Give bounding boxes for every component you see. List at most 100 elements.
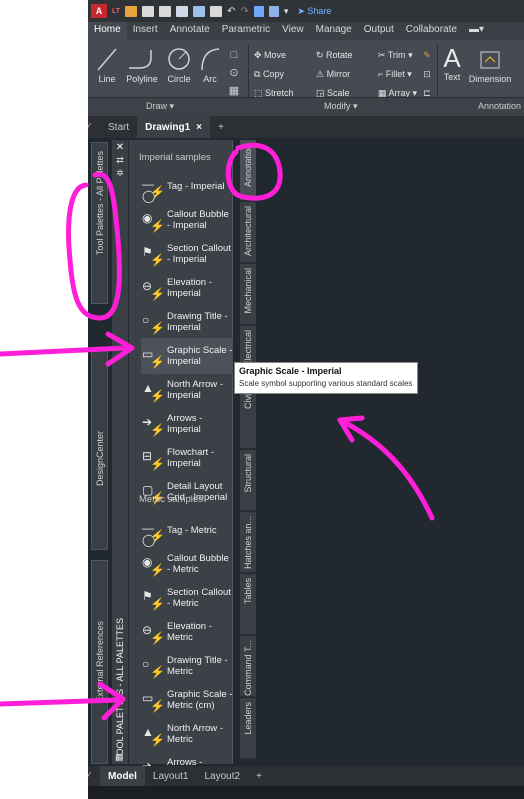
- tab-layout1[interactable]: Layout1: [145, 766, 197, 786]
- print-icon[interactable]: [210, 5, 223, 17]
- lightning-icon: ⚡: [150, 733, 165, 747]
- side-tab-label: Hatches an...: [243, 516, 253, 570]
- tool-palette-content: Imperial samples —◯ ⚡ Tag - Imperial ◉ ⚡ Call…: [129, 140, 233, 780]
- move-tool[interactable]: ✥ Move: [254, 46, 314, 65]
- draw-group-label[interactable]: Draw ▾: [146, 101, 174, 112]
- plot-icon[interactable]: [193, 5, 206, 17]
- erase-tool[interactable]: ✎ ⊡ ⊏: [420, 46, 434, 103]
- open-icon[interactable]: [142, 5, 155, 17]
- circle-tool[interactable]: Circle: [164, 46, 194, 84]
- tab-output[interactable]: Output: [358, 22, 400, 40]
- palette-tool-item[interactable]: ⊖ ⚡ Elevation - Imperial: [141, 270, 233, 306]
- palette-tool-icon: ⊖ ⚡: [141, 277, 165, 300]
- palette-tool-item[interactable]: ⚑ ⚡ Section Callout - Imperial: [141, 236, 233, 272]
- layout-tabs: ⁄ Model Layout1 Layout2 +: [88, 766, 524, 786]
- palette-title: TOOL PALETTES - ALL PALETTES: [115, 618, 125, 761]
- palette-tool-label-line1: Arrows -: [167, 413, 203, 424]
- close-tab-icon[interactable]: ×: [196, 122, 202, 133]
- new-icon[interactable]: [125, 5, 138, 17]
- palette-grip-icon[interactable]: ▦: [115, 752, 124, 763]
- share-button[interactable]: ➤ Share: [297, 6, 331, 17]
- palette-tool-label-line2: Metric: [167, 632, 193, 643]
- autocad-logo[interactable]: A: [91, 4, 107, 18]
- palette-tool-item[interactable]: ▲ ⚡ North Arrow - Imperial: [141, 372, 233, 408]
- tab-manage[interactable]: Manage: [310, 22, 358, 40]
- new-tab-button[interactable]: +: [210, 116, 232, 138]
- palette-symbol-icon: ○: [142, 657, 150, 671]
- layout-menu-icon[interactable]: ⁄: [88, 766, 100, 786]
- dimension-tool[interactable]: Dimension: [466, 46, 514, 84]
- tab-collaborate[interactable]: Collaborate: [400, 22, 463, 40]
- side-tab-4[interactable]: Civil: [240, 388, 256, 449]
- side-tab-1[interactable]: Architectural: [240, 202, 256, 263]
- polyline-label: Polyline: [126, 74, 158, 84]
- tab-annotate[interactable]: Annotate: [164, 22, 216, 40]
- tab-start[interactable]: Start: [100, 116, 137, 138]
- polyline-tool[interactable]: Polyline: [122, 46, 162, 84]
- xrefs-strip[interactable]: External References: [91, 560, 108, 764]
- tab-model[interactable]: Model: [100, 766, 145, 786]
- tab-view[interactable]: View: [276, 22, 310, 40]
- side-tab-2[interactable]: Mechanical: [240, 264, 256, 325]
- tab-insert[interactable]: Insert: [127, 22, 164, 40]
- tab-drawing1[interactable]: Drawing1 ×: [137, 116, 210, 138]
- designcenter-strip[interactable]: DesignCenter: [91, 350, 108, 550]
- text-icon: A: [443, 43, 461, 73]
- tab-menu-icon[interactable]: ⁄: [88, 116, 100, 138]
- rotate-tool[interactable]: ↻ Rotate: [316, 46, 376, 65]
- tab-parametric[interactable]: Parametric: [216, 22, 276, 40]
- tab-layout2[interactable]: Layout2: [196, 766, 248, 786]
- palette-tool-label-line2: Imperial: [167, 288, 201, 299]
- palette-tool-icon: —◯ ⚡: [141, 175, 165, 202]
- palette-autohide-icon[interactable]: ⇄: [112, 155, 128, 166]
- side-tab-9[interactable]: Leaders: [240, 698, 256, 759]
- palette-tool-item[interactable]: ⚑ ⚡ Section Callout - Metric: [141, 580, 233, 616]
- palette-titlebar[interactable]: ✕ ⇄ ✲ TOOL PALETTES - ALL PALETTES ▦: [112, 140, 128, 764]
- side-tab-8[interactable]: Command T...: [240, 636, 256, 697]
- workspace-icon[interactable]: [268, 5, 279, 17]
- palette-tool-icon: ⊟ ⚡: [141, 447, 165, 470]
- modify-group-label[interactable]: Modify ▾: [324, 101, 358, 112]
- undo-icon[interactable]: ↶: [227, 6, 235, 17]
- palette-tool-item[interactable]: ➔ ⚡ Arrows - Imperial: [141, 406, 233, 442]
- palette-tool-item[interactable]: ▭ ⚡ Graphic Scale - Metric (cm): [141, 682, 233, 718]
- palette-properties-icon[interactable]: ✲: [112, 168, 128, 179]
- draw-extra-tools[interactable]: □ ⊙ ▦: [226, 46, 242, 100]
- redo-icon[interactable]: ↷: [240, 6, 248, 17]
- palette-tool-item[interactable]: ▭ ⚡ Graphic Scale - Imperial: [141, 338, 233, 374]
- palette-close-icon[interactable]: ✕: [112, 142, 128, 153]
- palette-tool-label: Graphic Scale - Imperial: [167, 345, 232, 367]
- text-tool[interactable]: A Text: [440, 44, 464, 82]
- palette-tool-item[interactable]: —◯ ⚡ Tag - Imperial: [141, 168, 233, 204]
- add-layout-button[interactable]: +: [248, 766, 270, 786]
- palette-tool-item[interactable]: ○ ⚡ Drawing Title - Metric: [141, 648, 233, 684]
- palette-tool-item[interactable]: —◯ ⚡ Tag - Metric: [141, 512, 233, 548]
- arc-tool[interactable]: Arc: [198, 46, 222, 84]
- ribbon-tabs: Home Insert Annotate Parametric View Man…: [88, 22, 524, 40]
- side-tab-7[interactable]: Tables: [240, 574, 256, 635]
- palette-tool-label: Callout Bubble - Imperial: [167, 209, 229, 231]
- palette-tool-item[interactable]: ○ ⚡ Drawing Title - Imperial: [141, 304, 233, 340]
- palette-tool-item[interactable]: ▲ ⚡ North Arrow - Metric: [141, 716, 233, 752]
- annotation-group-label[interactable]: Annotation: [478, 101, 521, 111]
- palette-tool-item[interactable]: ⊟ ⚡ Flowchart - Imperial: [141, 440, 233, 476]
- copy-tool[interactable]: ⧉ Copy: [254, 65, 314, 84]
- palette-tool-label-line1: Tag - Imperial: [167, 180, 225, 192]
- palette-tool-item[interactable]: ◉ ⚡ Callout Bubble - Metric: [141, 546, 233, 582]
- save-as-icon[interactable]: [176, 5, 189, 17]
- tab-overflow[interactable]: ▬▾: [463, 22, 490, 40]
- palette-symbol-icon: ○: [142, 313, 150, 327]
- arc-icon: [201, 48, 220, 71]
- side-tab-6[interactable]: Hatches an...: [240, 512, 256, 573]
- customize-icon[interactable]: ▾: [284, 6, 289, 17]
- palette-tool-item[interactable]: ◉ ⚡ Callout Bubble - Imperial: [141, 202, 233, 238]
- save-icon[interactable]: [159, 5, 172, 17]
- side-tab-0[interactable]: Annotation: [240, 140, 256, 201]
- palette-tool-item[interactable]: ⊖ ⚡ Elevation - Metric: [141, 614, 233, 650]
- side-tab-5[interactable]: Structural: [240, 450, 256, 511]
- tab-home[interactable]: Home: [88, 22, 127, 40]
- layer-icon[interactable]: [253, 5, 264, 17]
- mirror-tool[interactable]: ⚠ Mirror: [316, 65, 376, 84]
- line-tool[interactable]: Line: [94, 46, 120, 84]
- tool-palettes-strip[interactable]: Tool Palettes - All Palettes: [91, 142, 108, 304]
